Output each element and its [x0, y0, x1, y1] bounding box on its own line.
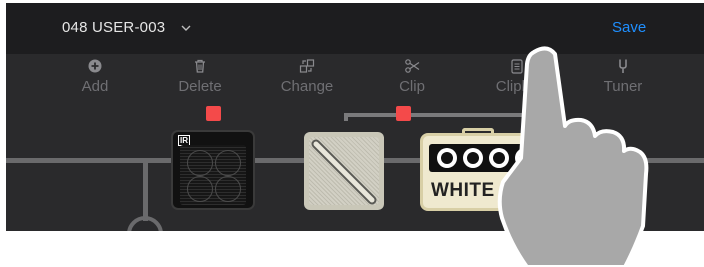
- change-button[interactable]: Change: [272, 58, 342, 95]
- trash-icon: [195, 59, 205, 73]
- clip-label: Clip: [399, 78, 425, 95]
- chevron-down-icon[interactable]: [179, 21, 193, 35]
- scissors-icon: [405, 59, 420, 73]
- branch-line: [143, 161, 148, 221]
- delete-label: Delete: [178, 78, 222, 95]
- speaker-icon: [187, 176, 213, 202]
- speaker-icon: [215, 176, 241, 202]
- bypass-block[interactable]: [304, 132, 384, 210]
- add-label: Add: [81, 78, 109, 95]
- save-button[interactable]: Save: [612, 19, 646, 36]
- knob-icon: [463, 148, 483, 168]
- add-button[interactable]: Add: [60, 58, 130, 95]
- clip-selection-marker[interactable]: [396, 106, 411, 121]
- change-label: Change: [280, 78, 334, 95]
- speaker-icon: [215, 150, 241, 176]
- knob-icon: [437, 148, 457, 168]
- preset-name[interactable]: 048 USER-003: [62, 19, 165, 36]
- delete-button[interactable]: Delete: [165, 58, 235, 95]
- speaker-icon: [187, 150, 213, 176]
- split-node[interactable]: [127, 216, 163, 231]
- cabinet-grill: [180, 145, 246, 205]
- slash-icon: [311, 139, 377, 205]
- ir-selection-marker[interactable]: [206, 106, 221, 121]
- ir-cabinet-block[interactable]: IR: [171, 130, 255, 210]
- clip-button[interactable]: Clip: [377, 58, 447, 95]
- swap-icon: [299, 59, 315, 73]
- pointing-hand-icon: [497, 46, 649, 267]
- plus-circle-icon: [88, 59, 102, 73]
